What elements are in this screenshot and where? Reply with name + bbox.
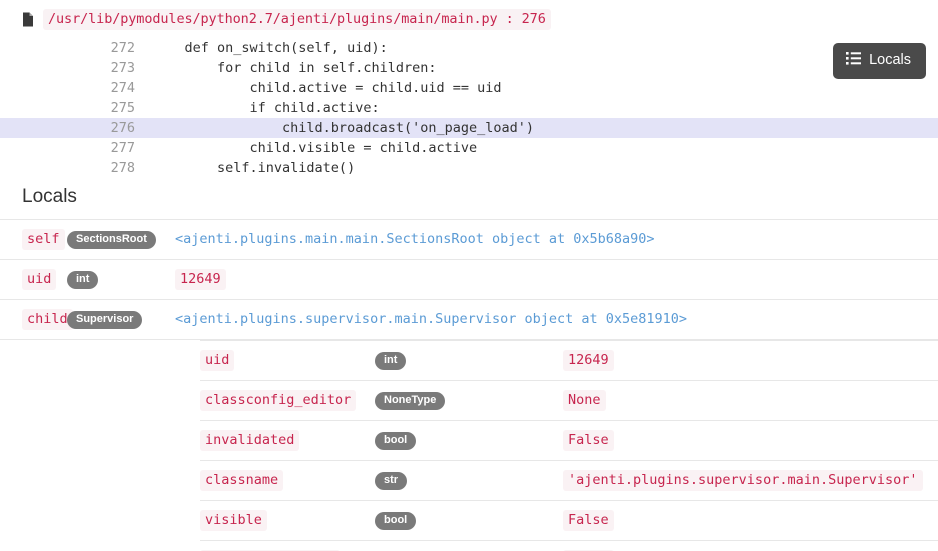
variable-name-cell: visible: [200, 501, 375, 541]
variable-name-cell: classconfig_editor: [200, 381, 375, 421]
code-line-highlighted: 276 child.broadcast('on_page_load'): [0, 118, 938, 138]
code-line-source: if child.active:: [135, 100, 938, 116]
variable-name: uid: [22, 269, 56, 290]
source-code-listing: 272 def on_switch(self, uid):273 for chi…: [0, 38, 938, 178]
variable-type-cell: bool: [375, 501, 563, 541]
variable-type-cell: str: [375, 461, 563, 501]
file-path-label: /usr/lib/pymodules/python2.7/ajenti/plug…: [43, 9, 551, 30]
variable-value-literal: False: [563, 510, 614, 531]
code-line: 277 child.visible = child.active: [0, 138, 938, 158]
variable-value-literal: False: [563, 430, 614, 451]
variable-type-badge: int: [375, 352, 406, 370]
variable-type-cell: Supervisor: [67, 300, 175, 340]
variable-name-cell: classname: [200, 461, 375, 501]
code-line-source: child.visible = child.active: [135, 140, 938, 156]
code-line-number: 273: [0, 60, 135, 76]
table-row: classconfig_editor NoneType None: [200, 381, 938, 421]
variable-name-cell: self: [0, 220, 67, 260]
variable-type-badge: bool: [375, 432, 416, 450]
variable-value-literal: 'ajenti.plugins.supervisor.main.Supervis…: [563, 470, 923, 491]
code-line-source: self.invalidate(): [135, 160, 938, 176]
variable-value-cell: 12649: [563, 341, 938, 381]
variable-type-cell: NoneType: [375, 381, 563, 421]
variable-type-badge: NoneType: [375, 392, 445, 410]
nested-attributes-row: uid int 12649 classconfig_editor NoneType Non…: [0, 340, 938, 551]
variable-value-literal: 12649: [563, 350, 614, 371]
table-row: childSupervisor <ajenti.plugins.superviso…: [0, 300, 938, 340]
frame-file-header: /usr/lib/pymodules/python2.7/ajenti/plug…: [22, 8, 551, 30]
code-line-source: for child in self.children:: [135, 60, 938, 76]
variable-name: visible: [200, 510, 267, 531]
variable-value-cell: None: [563, 381, 938, 421]
code-line-number: 278: [0, 160, 135, 176]
variable-type-cell: SectionsRoot: [67, 220, 175, 260]
code-line: 273 for child in self.children:: [0, 58, 938, 78]
code-line: 275 if child.active:: [0, 98, 938, 118]
code-line: 278 self.invalidate(): [0, 158, 938, 178]
traceback-frame-page: /usr/lib/pymodules/python2.7/ajenti/plug…: [0, 0, 938, 551]
variable-value-cell: False: [563, 421, 938, 461]
code-line-source: child.broadcast('on_page_load'): [135, 120, 938, 136]
code-line-number: 272: [0, 40, 135, 56]
table-row: uidint 12649: [0, 260, 938, 300]
variable-name-cell: uid: [0, 260, 67, 300]
code-line: 272 def on_switch(self, uid):: [0, 38, 938, 58]
variable-value-literal: 12649: [175, 269, 226, 290]
variable-value-cell: 'ajenti.plugins.supervisor.main.Supervis…: [563, 461, 938, 501]
code-line-number: 277: [0, 140, 135, 156]
code-line-source: def on_switch(self, uid):: [135, 40, 938, 56]
variable-value-cell: <ajenti.plugins.main.main.SectionsRoot o…: [175, 220, 938, 260]
variable-type-cell: int: [67, 260, 175, 300]
nested-attributes-cell: uid int 12649 classconfig_editor NoneType Non…: [0, 340, 938, 551]
nested-attributes-wrapper: uid int 12649 classconfig_editor NoneType Non…: [200, 340, 938, 551]
code-line-number: 276: [0, 120, 135, 136]
variable-value-literal: None: [563, 390, 606, 411]
variable-type-badge: int: [67, 271, 98, 289]
variable-type-badge: str: [375, 472, 407, 490]
table-row: invalidated bool False: [200, 421, 938, 461]
locals-section: Locals selfSectionsRoot <ajenti.plugins.m…: [0, 186, 938, 551]
file-document-icon: [22, 12, 34, 27]
locals-variable-table: selfSectionsRoot <ajenti.plugins.main.mai…: [0, 219, 938, 551]
code-line-source: child.active = child.uid == uid: [135, 80, 938, 96]
variable-type-badge: SectionsRoot: [67, 231, 156, 249]
variable-name: invalidated: [200, 430, 299, 451]
variable-value-cell: False: [563, 541, 938, 551]
variable-name-cell: child: [0, 300, 67, 340]
variable-name: classname: [200, 470, 283, 491]
table-row: uid int 12649: [200, 341, 938, 381]
code-line: 274 child.active = child.uid == uid: [0, 78, 938, 98]
variable-value-cell: <ajenti.plugins.supervisor.main.Supervis…: [175, 300, 938, 340]
code-line-number: 275: [0, 100, 135, 116]
variable-value-object[interactable]: <ajenti.plugins.main.main.SectionsRoot o…: [175, 229, 660, 250]
variable-name-cell: invalidated: [200, 421, 375, 461]
variable-name: classconfig_editor: [200, 390, 356, 411]
variable-value-cell: False: [563, 501, 938, 541]
variable-name: uid: [200, 350, 234, 371]
variable-name-cell: uid: [200, 341, 375, 381]
table-row: visible bool False: [200, 501, 938, 541]
variable-type-badge: bool: [375, 512, 416, 530]
variable-value-cell: 12649: [175, 260, 938, 300]
code-line-number: 274: [0, 80, 135, 96]
variable-type-cell: int: [375, 341, 563, 381]
table-row: selfSectionsRoot <ajenti.plugins.main.mai…: [0, 220, 938, 260]
variable-name: self: [22, 229, 65, 250]
variable-name-cell: children_changed: [200, 541, 375, 551]
locals-section-title: Locals: [22, 186, 938, 208]
variable-type-cell: bool: [375, 421, 563, 461]
variable-type-badge: Supervisor: [67, 311, 142, 329]
variable-value-object[interactable]: <ajenti.plugins.supervisor.main.Supervis…: [175, 309, 692, 330]
nested-attribute-table: uid int 12649 classconfig_editor NoneType Non…: [200, 340, 938, 551]
variable-type-cell: bool: [375, 541, 563, 551]
table-row: classname str 'ajenti.plugins.supervisor.m…: [200, 461, 938, 501]
variable-name: child: [22, 309, 73, 330]
table-row: children_changedboolFalse: [200, 541, 938, 551]
